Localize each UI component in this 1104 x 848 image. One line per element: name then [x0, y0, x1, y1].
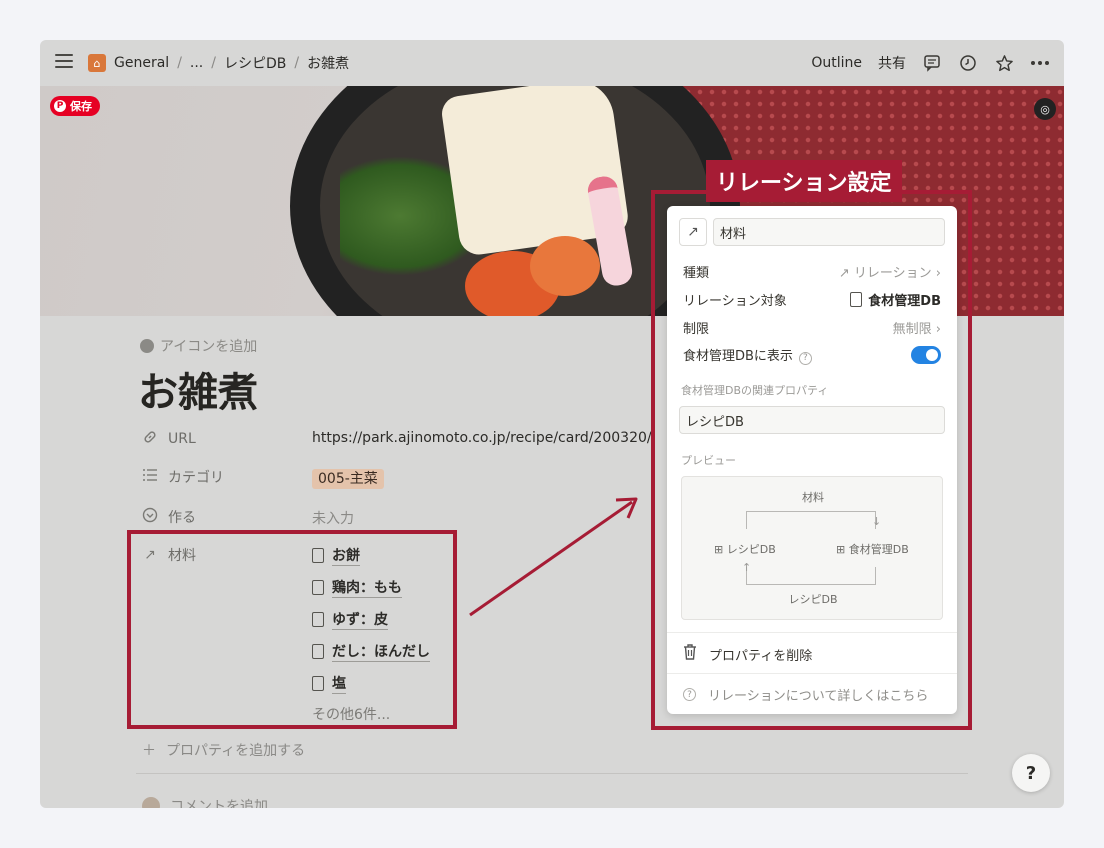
star-icon[interactable] [994, 53, 1014, 73]
pinterest-save-button[interactable]: P 保存 [50, 96, 100, 116]
preview-connector [746, 567, 876, 585]
panel-callout-label: リレーション設定 [706, 160, 902, 202]
relation-target-label: リレーション対象 [683, 293, 787, 309]
pinterest-save-label: 保存 [70, 100, 92, 113]
category-tag: 005-主菜 [312, 469, 384, 489]
add-property-label: プロパティを追加する [166, 743, 306, 759]
preview-label: プレビュー [681, 454, 736, 467]
preview-top-label: 材料 [802, 491, 824, 504]
relation-settings-panel: ↗ 材料 種類 ↗ リレーション › リレーション対象 食材管理DB 制限 無制… [667, 206, 957, 714]
divider [667, 673, 957, 674]
page-icon [850, 291, 863, 307]
preview-connector [746, 511, 876, 529]
breadcrumb-separator: / [211, 55, 216, 71]
learn-more-link[interactable]: ? リレーションについて詳しくはこちら [683, 685, 928, 704]
breadcrumb-ellipsis[interactable]: ... [190, 55, 203, 71]
breadcrumb-separator: / [177, 55, 182, 71]
breadcrumb-current[interactable]: お雑煮 [307, 53, 349, 73]
question-icon[interactable]: ? [798, 351, 812, 365]
property-make[interactable]: 作る [142, 505, 196, 529]
smile-icon [140, 339, 154, 353]
plus-icon: ＋ [142, 743, 156, 759]
question-icon: ? [683, 688, 696, 701]
more-icon[interactable] [1030, 53, 1050, 73]
add-comment-label: コメントを追加 [170, 799, 268, 808]
highlight-box [127, 530, 457, 729]
menu-icon[interactable] [55, 54, 73, 70]
make-value[interactable]: 未入力 [312, 508, 354, 528]
cover-carrot [530, 236, 600, 296]
add-property-button[interactable]: ＋ プロパティを追加する [142, 740, 305, 760]
preview-right-label: ⊞ 食材管理DB [836, 543, 909, 556]
learn-more-label: リレーションについて詳しくはこちら [708, 689, 929, 704]
divider [667, 632, 957, 633]
outline-button[interactable]: Outline [811, 55, 862, 71]
breadcrumb-separator: / [294, 55, 300, 71]
lens-icon[interactable]: ◎ [1034, 98, 1056, 120]
pinterest-icon: P [54, 100, 66, 112]
delete-property-button[interactable]: プロパティを削除 [683, 644, 812, 664]
relation-target-row[interactable]: リレーション対象 食材管理DB [683, 287, 941, 311]
property-url[interactable]: URL [142, 427, 196, 451]
type-label: 種類 [683, 265, 710, 281]
share-button[interactable]: 共有 [878, 53, 906, 73]
property-label: URL [168, 431, 196, 447]
avatar [142, 797, 160, 808]
limit-value: 無制限 › [892, 321, 941, 337]
property-category[interactable]: カテゴリ [142, 465, 224, 489]
status-icon [142, 507, 158, 527]
relation-icon-button[interactable]: ↗ [679, 218, 707, 246]
preview-bottom-label: レシピDB [788, 593, 838, 606]
property-name-row: ↗ 材料 [679, 218, 945, 246]
type-row[interactable]: 種類 ↗ リレーション › [683, 259, 941, 283]
up-arrow-icon: ↑ [742, 561, 752, 574]
down-arrow-icon: ↓ [872, 515, 882, 528]
show-on-row: 食材管理DBに表示? [683, 343, 941, 367]
related-property-label: 食材管理DBの関連プロパティ [681, 384, 829, 397]
related-property-input[interactable]: レシピDB [679, 406, 945, 434]
show-on-label: 食材管理DBに表示? [683, 345, 812, 365]
show-on-toggle[interactable] [911, 346, 941, 364]
url-value[interactable]: https://park.ajinomoto.co.jp/recipe/card… [312, 430, 652, 446]
comment-icon[interactable] [922, 53, 942, 73]
property-name-input[interactable]: 材料 [713, 218, 945, 246]
add-icon-button[interactable]: アイコンを追加 [140, 336, 257, 356]
help-button[interactable]: ? [1012, 754, 1050, 792]
list-icon [142, 468, 158, 486]
divider [136, 773, 968, 774]
clock-icon[interactable] [958, 53, 978, 73]
limit-label: 制限 [683, 321, 710, 337]
limit-row[interactable]: 制限 無制限 › [683, 315, 941, 339]
trash-icon [683, 644, 697, 664]
add-icon-label: アイコンを追加 [160, 339, 258, 355]
toolbar: Outline 共有 [811, 40, 1050, 86]
property-label: 作る [168, 510, 196, 526]
relation-preview: 材料 ↓ ⊞ レシピDB ⊞ 食材管理DB ↑ レシピDB [681, 476, 943, 620]
page-title[interactable]: お雑煮 [138, 360, 258, 418]
property-label: カテゴリ [168, 470, 224, 486]
delete-property-label: プロパティを削除 [709, 648, 813, 664]
add-comment-field[interactable]: コメントを追加 [142, 796, 268, 808]
top-bar: ⌂ General / ... / レシピDB / お雑煮 Outline 共有 [40, 40, 1064, 86]
category-value[interactable]: 005-主菜 [312, 468, 384, 489]
breadcrumb-recipe-db[interactable]: レシピDB [224, 53, 286, 73]
type-value: ↗ リレーション › [838, 265, 941, 281]
breadcrumb-general[interactable]: General [114, 55, 169, 71]
link-icon [142, 429, 158, 449]
relation-target-value: 食材管理DB [850, 290, 941, 309]
breadcrumb: ⌂ General / ... / レシピDB / お雑煮 [88, 40, 349, 86]
callout-arrow [469, 497, 638, 617]
preview-left-label: ⊞ レシピDB [714, 543, 776, 556]
home-icon: ⌂ [88, 54, 106, 72]
